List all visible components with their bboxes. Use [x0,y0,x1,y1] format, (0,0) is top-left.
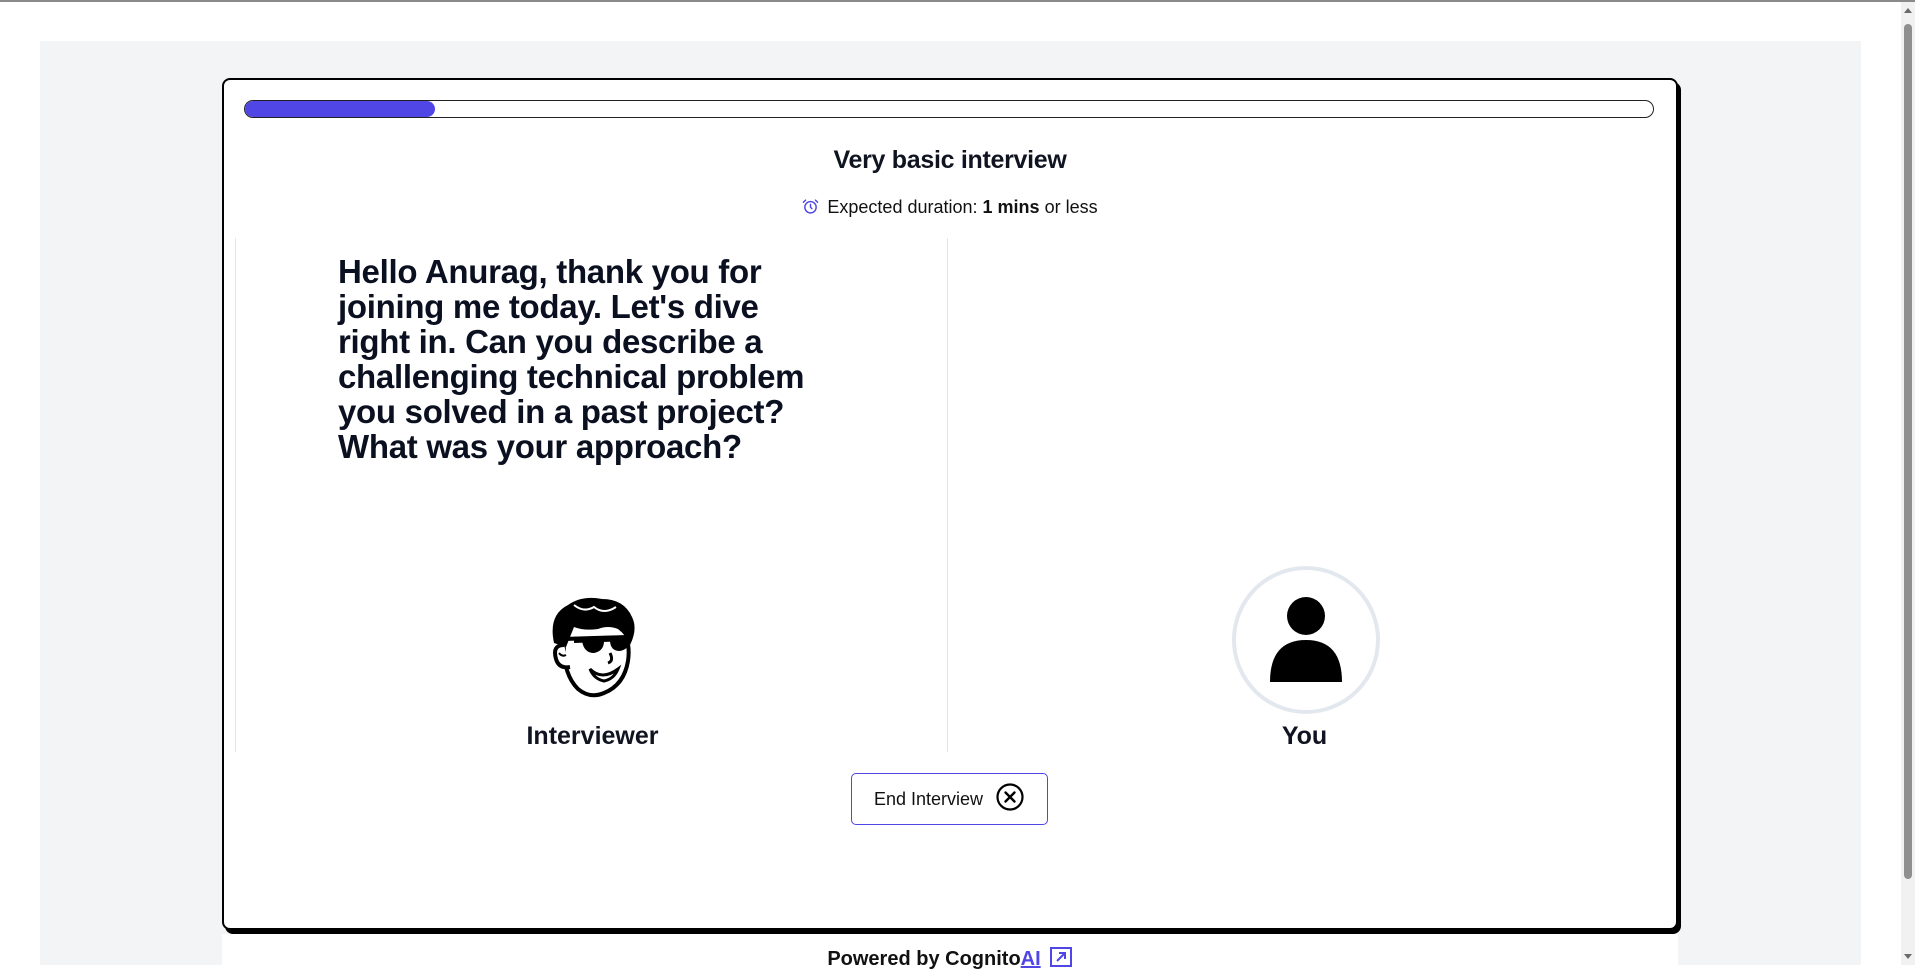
cartoon-face-with-sunglasses-icon [544,595,644,699]
powered-by-text: Powered by [827,948,940,970]
end-interview-label: End Interview [873,788,984,809]
browser-top-border [0,0,1915,2]
brand-name[interactable]: CognitoAI [945,948,1041,970]
close-circle-icon [995,782,1025,817]
interview-title: Very basic interview [833,146,1067,174]
candidate-avatar [1232,566,1380,714]
duration-suffix: or less [1044,197,1098,217]
interview-progress-bar [244,100,1654,118]
progress-fill [245,101,436,117]
duration-prefix: Expected duration: [827,197,978,217]
powered-by-footer: Powered by CognitoAI [222,946,1678,974]
brand-main: Cognito [945,948,1021,970]
candidate-label: You [1281,722,1328,750]
interviewer-panel: Hello Anurag, thank you for joining me t… [235,238,948,752]
person-icon [1270,597,1342,682]
interviewer-question: Hello Anurag, thank you for joining me t… [338,253,805,465]
vertical-scrollbar[interactable] [1901,2,1915,965]
scrollbar-thumb[interactable] [1904,24,1912,879]
interview-card: Very basic interview Expected duration: … [222,78,1678,930]
footer-strip: Powered by CognitoAI [222,934,1678,970]
duration-value: 1 mins [982,197,1040,217]
end-interview-button[interactable]: End Interview [851,773,1048,825]
expected-duration: Expected duration: 1 mins or less [224,197,1676,220]
external-link-icon[interactable] [1049,946,1073,974]
scroll-down-icon[interactable] [1904,954,1912,959]
interviewer-label: Interviewer [526,722,659,750]
candidate-panel: You [948,238,1661,752]
brand-accent: AI [1020,948,1041,970]
scroll-up-icon[interactable] [1904,8,1912,13]
alarm-clock-icon [802,198,819,220]
